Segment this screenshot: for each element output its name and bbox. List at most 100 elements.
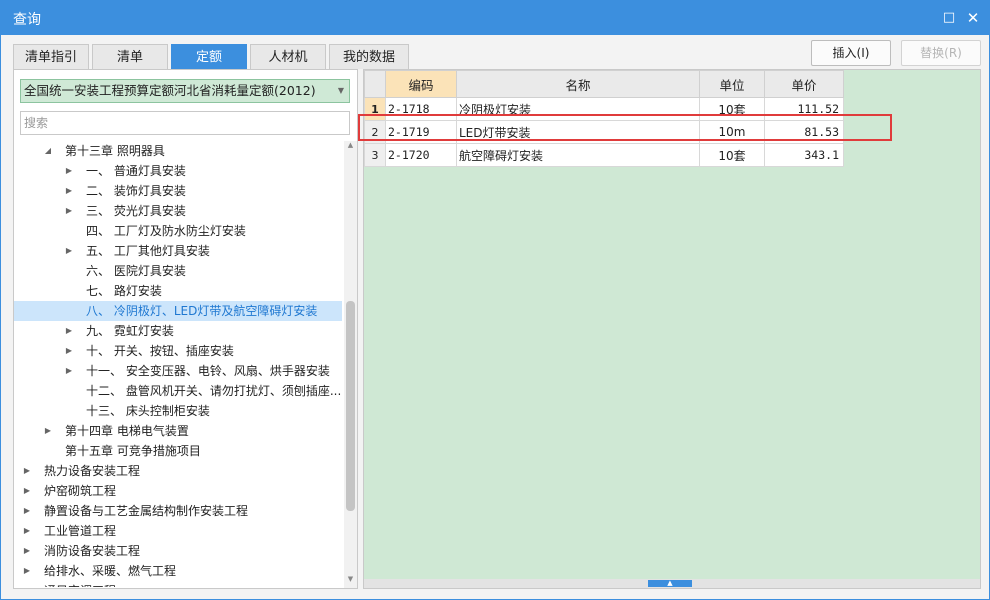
grid-horizontal-scrollbar[interactable]: ▲ [364, 579, 980, 588]
tab-quota[interactable]: 定额 [171, 44, 247, 69]
tree-node-label: 三、 荧光灯具安装 [86, 204, 186, 218]
tree-node[interactable]: ▶ 五、 工厂其他灯具安装 [14, 241, 342, 261]
tree-node[interactable]: 六、 医院灯具安装 [14, 261, 342, 281]
collapsed-arrow-icon[interactable]: ▶ [22, 581, 32, 587]
tree-node[interactable]: ▶ 十、 开关、按钮、插座安装 [14, 341, 342, 361]
grid-header-row: 编码 名称 单位 单价 [364, 70, 844, 98]
collapsed-arrow-icon[interactable]: ▶ [22, 521, 32, 541]
scroll-up-icon[interactable]: ▲ [344, 141, 357, 153]
insert-button[interactable]: 插入(I) [811, 40, 891, 66]
tree-node[interactable]: ▶ 十一、 安全变压器、电铃、风扇、烘手器安装 [14, 361, 342, 381]
collapsed-arrow-icon[interactable]: ▶ [64, 161, 74, 181]
tree-node-label: 炉窑砌筑工程 [44, 484, 117, 498]
row-number-header [364, 70, 386, 98]
collapsed-arrow-icon[interactable]: ▶ [64, 241, 74, 261]
tree-node[interactable]: ▶ 三、 荧光灯具安装 [14, 201, 342, 221]
search-input[interactable]: 搜索 [20, 111, 350, 135]
collapsed-arrow-icon[interactable]: ▶ [64, 361, 74, 381]
chevron-up-icon[interactable]: ▲ [648, 580, 692, 587]
tree-node-label: 一、 普通灯具安装 [86, 164, 186, 178]
tree-node-label: 九、 霓虹灯安装 [86, 324, 174, 338]
cell-code[interactable]: 2-1720 [385, 143, 457, 167]
cell-price[interactable]: 343.1 [764, 143, 844, 167]
tree-node-label: 七、 路灯安装 [86, 284, 162, 298]
column-header-price[interactable]: 单价 [764, 70, 844, 98]
collapsed-arrow-icon[interactable]: ▶ [22, 561, 32, 581]
cell-name[interactable]: 航空障碍灯安装 [456, 143, 700, 167]
collapsed-arrow-icon[interactable]: ▶ [64, 321, 74, 341]
expanded-arrow-icon[interactable]: ◢ [43, 141, 53, 161]
tab-my-data[interactable]: 我的数据 [329, 44, 409, 69]
collapsed-arrow-icon[interactable]: ▶ [64, 181, 74, 201]
replace-button[interactable]: 替换(R) [901, 40, 981, 66]
tree-node[interactable]: ▶ 第十四章 电梯电气装置 [14, 421, 342, 441]
tab-list[interactable]: 清单 [92, 44, 168, 69]
tree-node-label: 八、 冷阴极灯、LED灯带及航空障碍灯安装 [86, 304, 318, 318]
tree-node[interactable]: ▶ 消防设备安装工程 [14, 541, 342, 561]
maximize-icon[interactable]: □ [939, 8, 959, 28]
chevron-down-icon: ▼ [337, 86, 344, 95]
tree-node[interactable]: ▶ 一、 普通灯具安装 [14, 161, 342, 181]
tree-node[interactable]: 十二、 盘管风机开关、请勿打扰灯、须刨插座... [14, 381, 342, 401]
tree-node[interactable]: 十三、 床头控制柜安装 [14, 401, 342, 421]
tree-node[interactable]: 八、 冷阴极灯、LED灯带及航空障碍灯安装 [14, 301, 342, 321]
query-window: 查询 □ ✕ 清单指引 清单 定额 人材机 我的数据 插入(I) 替换(R) 全… [0, 0, 990, 600]
tree-node-label: 二、 装饰灯具安装 [86, 184, 186, 198]
quota-library-select[interactable]: 全国统一安装工程预算定额河北省消耗量定额(2012) ▼ [20, 79, 350, 103]
collapsed-arrow-icon[interactable]: ▶ [22, 541, 32, 561]
tree-node[interactable]: ▶ 炉窑砌筑工程 [14, 481, 342, 501]
tree-scrollbar[interactable]: ▲ ▼ [344, 141, 357, 588]
tree-node[interactable]: 七、 路灯安装 [14, 281, 342, 301]
column-header-unit[interactable]: 单位 [699, 70, 765, 98]
tree-node-label: 十、 开关、按钮、插座安装 [86, 344, 234, 358]
collapsed-arrow-icon[interactable]: ▶ [43, 421, 53, 441]
tree-node[interactable]: 第十五章 可竞争措施项目 [14, 441, 342, 461]
highlight-annotation [358, 114, 892, 141]
row-number: 3 [364, 143, 386, 167]
tree-node-label: 四、 工厂灯及防水防尘灯安装 [86, 224, 246, 238]
tree-node-label: 十二、 盘管风机开关、请勿打扰灯、须刨插座... [86, 384, 342, 398]
tree-node[interactable]: ▶ 九、 霓虹灯安装 [14, 321, 342, 341]
tree-node[interactable]: ▶ 静置设备与工艺金属结构制作安装工程 [14, 501, 342, 521]
column-header-code[interactable]: 编码 [385, 70, 457, 98]
tree-node-label: 第十四章 电梯电气装置 [65, 424, 189, 438]
quota-library-value: 全国统一安装工程预算定额河北省消耗量定额(2012) [24, 83, 316, 98]
table-row[interactable]: 3 2-1720 航空障碍灯安装 10套 343.1 [364, 143, 844, 167]
tree-node-label: 五、 工厂其他灯具安装 [86, 244, 210, 258]
collapsed-arrow-icon[interactable]: ▶ [64, 201, 74, 221]
scrollbar-thumb[interactable] [346, 301, 355, 511]
collapsed-arrow-icon[interactable]: ▶ [22, 461, 32, 481]
quota-grid-panel: 编码 名称 单位 单价 1 2-1718 冷阴极灯安装 10套 111.52 2… [363, 69, 981, 589]
tree-node[interactable]: ▶ 热力设备安装工程 [14, 461, 342, 481]
column-header-name[interactable]: 名称 [456, 70, 700, 98]
scroll-down-icon[interactable]: ▼ [344, 575, 357, 587]
tree-node[interactable]: 四、 工厂灯及防水防尘灯安装 [14, 221, 342, 241]
cell-unit[interactable]: 10套 [699, 143, 765, 167]
window-title: 查询 [13, 12, 41, 28]
close-icon[interactable]: ✕ [963, 8, 983, 28]
tree-node[interactable]: ▶ 二、 装饰灯具安装 [14, 181, 342, 201]
quota-tree-panel: 全国统一安装工程预算定额河北省消耗量定额(2012) ▼ 搜索 ◢ 第十三章 照明… [13, 69, 358, 589]
tree-node-label: 第十三章 照明器具 [65, 144, 165, 158]
collapsed-arrow-icon[interactable]: ▶ [64, 341, 74, 361]
tree-node-label: 热力设备安装工程 [44, 464, 141, 478]
collapsed-arrow-icon[interactable]: ▶ [22, 481, 32, 501]
tree-node-label: 十三、 床头控制柜安装 [86, 404, 210, 418]
tree-node-label: 第十五章 可竞争措施项目 [65, 444, 201, 458]
tree-node-label: 六、 医院灯具安装 [86, 264, 186, 278]
title-bar[interactable]: 查询 □ ✕ [1, 1, 989, 35]
tab-labor-material-machine[interactable]: 人材机 [250, 44, 326, 69]
collapsed-arrow-icon[interactable]: ▶ [22, 501, 32, 521]
tree-node[interactable]: ◢ 第十三章 照明器具 [14, 141, 342, 161]
tree-node-label: 消防设备安装工程 [44, 544, 141, 558]
quota-tree: ◢ 第十三章 照明器具 ▶ 一、 普通灯具安装 ▶ 二、 装饰灯具安装 ▶ 三、 荧光灯具安装… [14, 141, 342, 587]
tree-node[interactable]: ▶ 给排水、采暖、燃气工程 [14, 561, 342, 581]
tree-node-label: 工业管道工程 [44, 524, 117, 538]
tree-node-label: 十一、 安全变压器、电铃、风扇、烘手器安装 [86, 364, 330, 378]
tree-node[interactable]: ▶ 通风空调工程 [14, 581, 342, 587]
tree-node-label: 静置设备与工艺金属结构制作安装工程 [44, 504, 249, 518]
tree-node-label: 给排水、采暖、燃气工程 [44, 564, 177, 578]
tree-node[interactable]: ▶ 工业管道工程 [14, 521, 342, 541]
tree-node-label: 通风空调工程 [44, 581, 116, 587]
tab-list-guide[interactable]: 清单指引 [13, 44, 89, 69]
